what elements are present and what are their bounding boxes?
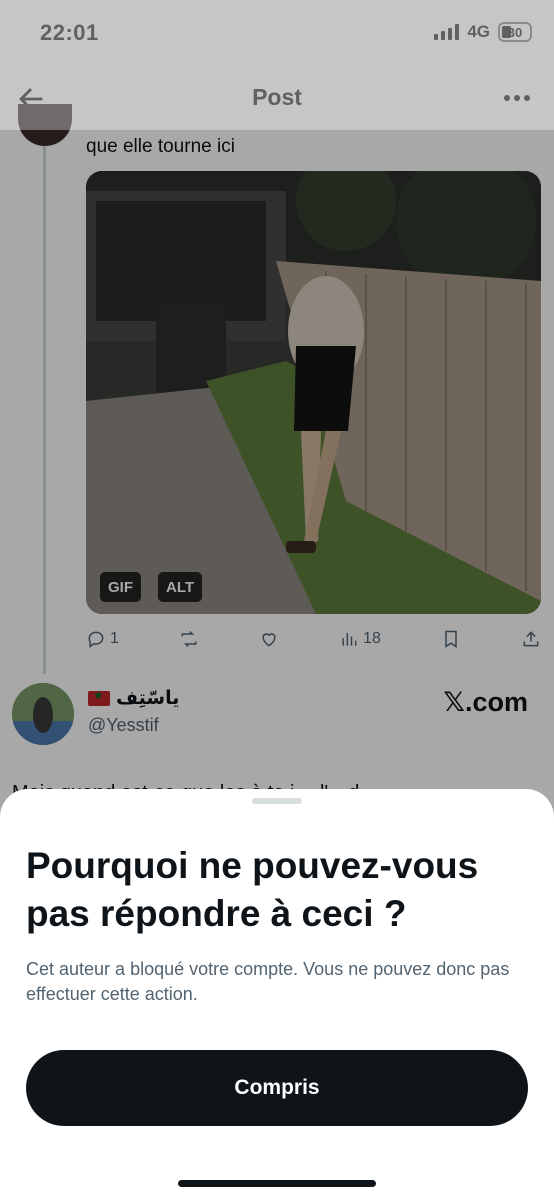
- backdrop-top: [0, 0, 554, 130]
- sheet-grabber[interactable]: [252, 798, 302, 804]
- compris-button[interactable]: Compris: [26, 1050, 528, 1126]
- bottom-sheet: Pourquoi ne pouvez-vous pas répondre à c…: [0, 789, 554, 1200]
- sheet-description: Cet auteur a bloqué votre compte. Vous n…: [26, 959, 510, 1004]
- sheet-title: Pourquoi ne pouvez-vous pas répondre à c…: [26, 845, 479, 934]
- home-indicator: [178, 1180, 376, 1187]
